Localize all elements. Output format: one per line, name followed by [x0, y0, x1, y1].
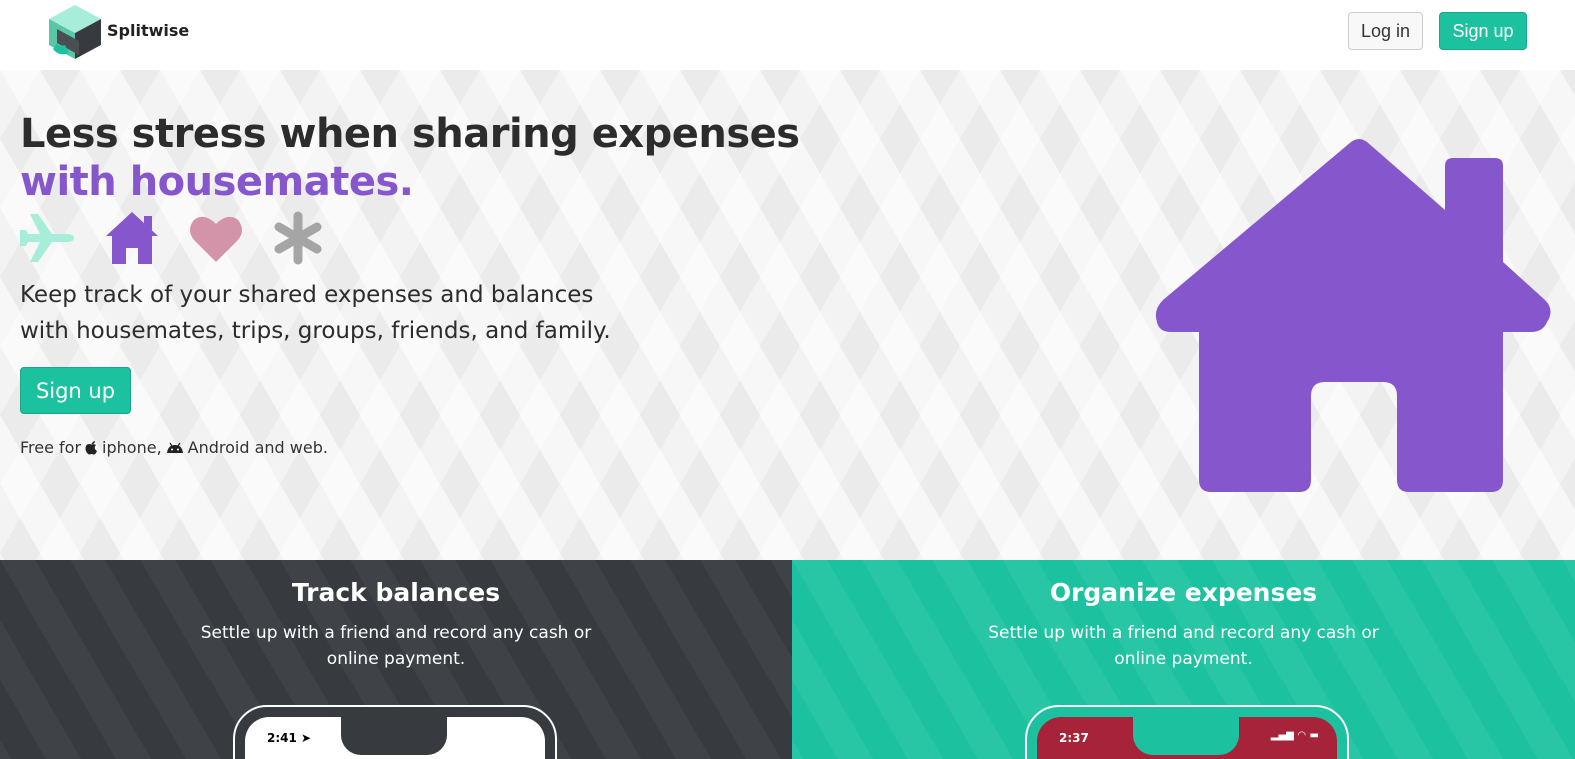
feature-panel-organize-expenses: Organize expenses Settle up with a frien… [792, 560, 1575, 759]
signal-icon: ▂▄▆ [468, 730, 492, 741]
phone-time: 2:41 ➤ [267, 731, 312, 745]
header-signup-button[interactable]: Sign up [1439, 12, 1527, 50]
hero-signup-button[interactable]: Sign up [20, 367, 131, 414]
feature-panel-track-balances: Track balances Settle up with a friend a… [0, 560, 792, 759]
headline-line-1: Less stress when sharing expenses [20, 111, 800, 157]
phone-screen: 2:41 ➤ ▂▄▆ LTE ▭ [245, 715, 545, 759]
platform-availability: Free for iphone, Android and web. [20, 438, 328, 457]
headline-line-2: with housemates. [20, 159, 414, 205]
login-button[interactable]: Log in [1348, 12, 1423, 50]
phone-mockup: 2:37 ▂▄▆ ◠ ▬ [1025, 705, 1349, 759]
brand-name[interactable]: Splitwise [107, 21, 189, 40]
splitwise-logo[interactable] [49, 5, 101, 59]
phone-status-bar: ▂▄▆ ◠ ▬ [1271, 730, 1319, 741]
hero-headline: Less stress when sharing expenses with h… [20, 110, 800, 206]
site-header: Splitwise Log in Sign up [0, 0, 1575, 70]
category-icons [20, 210, 340, 266]
free-prefix: Free for [20, 438, 82, 457]
hero-section: Less stress when sharing expenses with h… [0, 70, 1575, 560]
feature-title: Organize expenses [1049, 578, 1318, 607]
network-label: LTE [495, 730, 514, 741]
feature-description: Settle up with a friend and record any c… [988, 623, 1379, 669]
heart-icon[interactable] [188, 210, 244, 266]
hero-subtext: Keep track of your shared expenses and b… [20, 277, 680, 349]
free-android: Android and web. [187, 438, 328, 457]
phone-screen: 2:37 ▂▄▆ ◠ ▬ [1037, 715, 1337, 759]
wifi-icon: ◠ [1297, 730, 1306, 741]
phone-notch [341, 715, 447, 755]
location-arrow-icon: ➤ [301, 731, 312, 745]
battery-icon: ▬ [1309, 730, 1319, 741]
subtext-line-2: with housemates, trips, groups, friends,… [20, 318, 611, 344]
battery-icon: ▭ [517, 730, 527, 741]
large-house-icon [1155, 139, 1551, 492]
asterisk-icon[interactable] [270, 210, 326, 266]
feature-description: Settle up with a friend and record any c… [200, 623, 592, 669]
subtext-line-1: Keep track of your shared expenses and b… [20, 282, 594, 308]
phone-time: 2:37 [1059, 731, 1089, 745]
feature-title: Track balances [291, 578, 501, 607]
phone-mockup: 2:41 ➤ ▂▄▆ LTE ▭ [233, 705, 557, 759]
phone-notch [1133, 715, 1239, 755]
free-iphone: iphone, [102, 438, 162, 457]
android-icon [166, 442, 183, 453]
apple-icon [85, 441, 98, 455]
phone-status-bar: ▂▄▆ LTE ▭ [468, 730, 527, 741]
house-icon[interactable] [104, 210, 160, 266]
signal-icon: ▂▄▆ [1270, 730, 1294, 741]
airplane-icon[interactable] [20, 210, 76, 266]
